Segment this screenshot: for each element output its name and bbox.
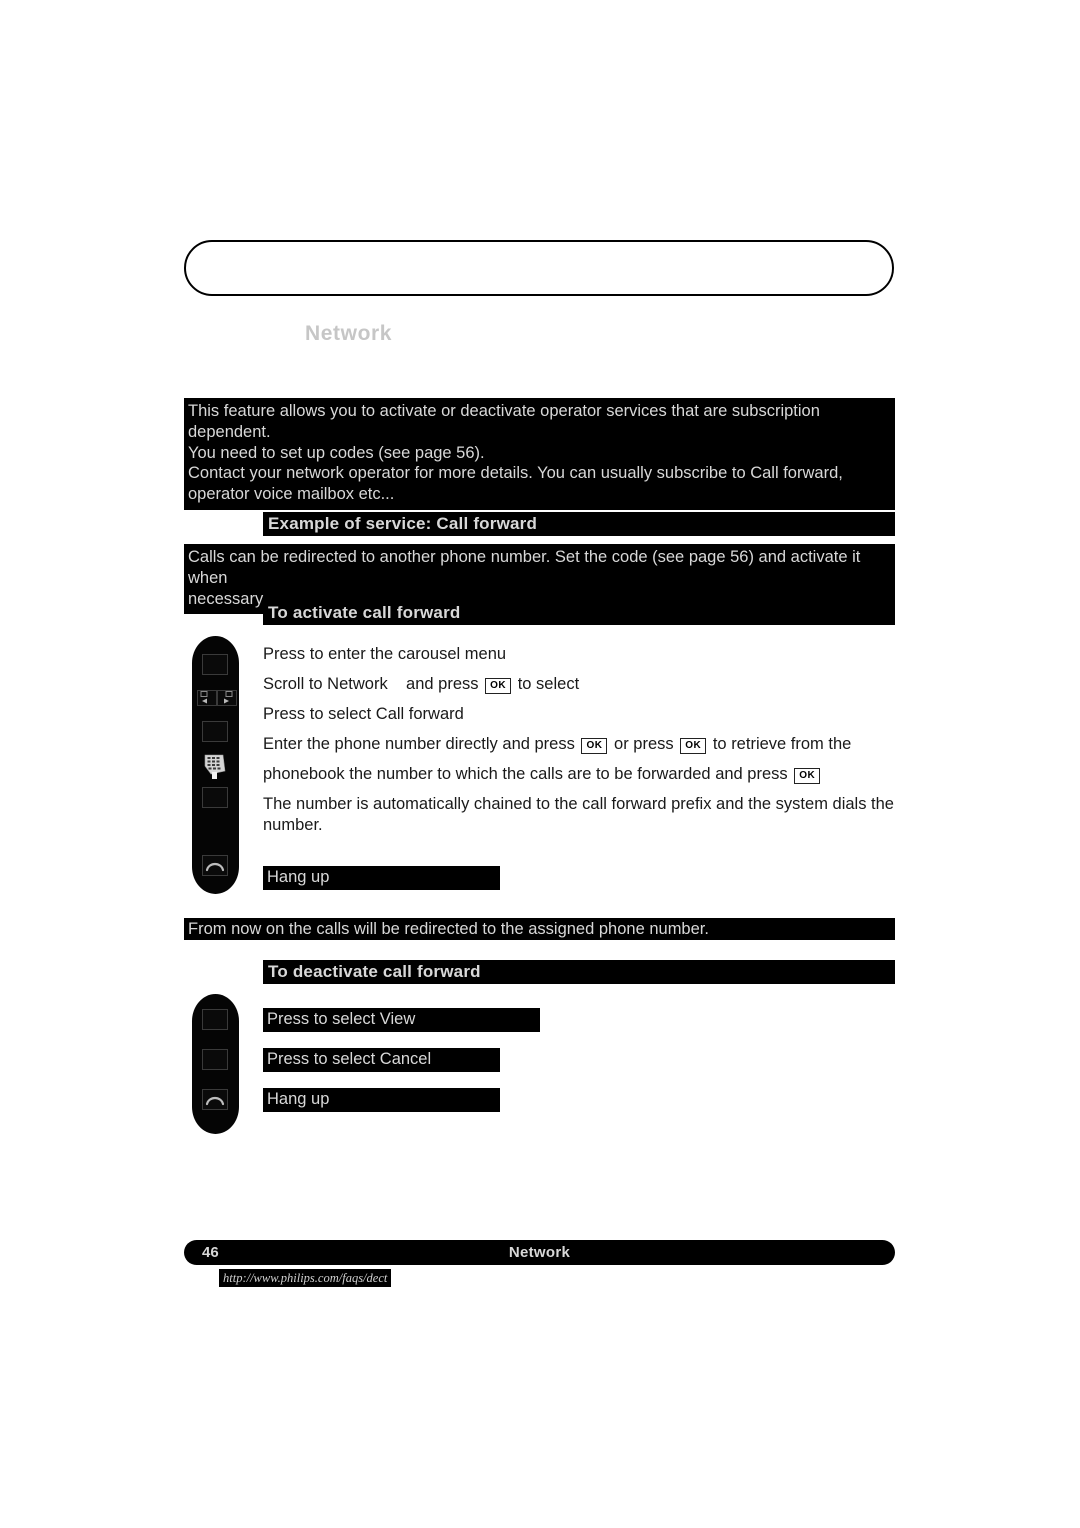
intro-line: You need to set up codes (see page 56).: [188, 443, 485, 462]
nav-right-icon[interactable]: [217, 690, 237, 706]
ok-key-icon[interactable]: OK: [581, 738, 608, 754]
intro-paragraph: This feature allows you to activate or d…: [184, 398, 895, 510]
subsection-heading-deactivate: To deactivate call forward: [263, 960, 895, 984]
subsection-heading-activate: To activate call forward: [263, 601, 895, 625]
soft-key-low-icon[interactable]: [202, 787, 228, 808]
step-line: Enter the phone number directly and pres…: [263, 734, 895, 755]
deactivate-step-view: Press to select View: [263, 1008, 540, 1032]
step-text: Scroll to Network: [263, 675, 388, 693]
step-line: Press to select Call forward: [263, 705, 464, 723]
step-line: phonebook the number to which the calls …: [263, 764, 895, 785]
step-text: to select: [517, 675, 580, 693]
ok-key-icon[interactable]: OK: [680, 738, 707, 754]
nav-left-icon[interactable]: [197, 690, 217, 706]
ok-key-icon[interactable]: OK: [485, 678, 512, 694]
step-line: The number is automatically chained to t…: [263, 795, 894, 813]
deactivate-step-hangup: Hang up: [263, 1088, 500, 1112]
footer: 46 Network: [184, 1240, 895, 1265]
hang-up-icon[interactable]: [202, 855, 228, 876]
step-text: phonebook the number to which the calls …: [263, 765, 788, 783]
top-banner: [184, 240, 894, 296]
description-line: Calls can be redirected to another phone…: [188, 548, 861, 587]
ok-key-icon[interactable]: OK: [794, 768, 821, 784]
section-heading: Example of service: Call forward: [263, 512, 895, 536]
step-line: Scroll to Network and press OK to select: [263, 674, 895, 695]
footer-title: Network: [508, 1244, 571, 1261]
soft-key-cancel-icon[interactable]: [202, 1049, 228, 1070]
activate-steps: Press to enter the carousel menu Scroll …: [263, 644, 895, 845]
footer-url: http://www.philips.com/faqs/dect: [219, 1269, 392, 1287]
intro-line: This feature allows you to activate or d…: [188, 402, 820, 441]
deactivate-step-cancel: Press to select Cancel: [263, 1048, 500, 1072]
handset-strip-deactivate: [192, 994, 239, 1134]
step-text: or press: [614, 735, 674, 753]
step-line: number.: [263, 815, 323, 834]
hang-up-label-activate: Hang up: [263, 866, 500, 890]
handset-strip-activate: [192, 636, 239, 894]
soft-key-mid-icon[interactable]: [202, 721, 228, 742]
step-line: Press to enter the carousel menu: [263, 645, 507, 663]
manual-page: Network This feature allows you to activ…: [0, 0, 1080, 1528]
intro-line: operator voice mailbox etc...: [188, 485, 395, 504]
note-bar: From now on the calls will be redirected…: [184, 918, 895, 940]
keypad-icon[interactable]: [204, 754, 228, 780]
intro-line: Contact your network operator for more d…: [188, 464, 843, 483]
running-head: Network: [305, 322, 393, 345]
step-text: to retrieve from the: [712, 735, 852, 753]
step-text: and press: [406, 675, 479, 693]
soft-key-view-icon[interactable]: [202, 1009, 228, 1030]
soft-key-top-icon[interactable]: [202, 654, 228, 675]
hang-up-icon[interactable]: [202, 1089, 228, 1110]
step-text: Enter the phone number directly and pres…: [263, 735, 575, 753]
